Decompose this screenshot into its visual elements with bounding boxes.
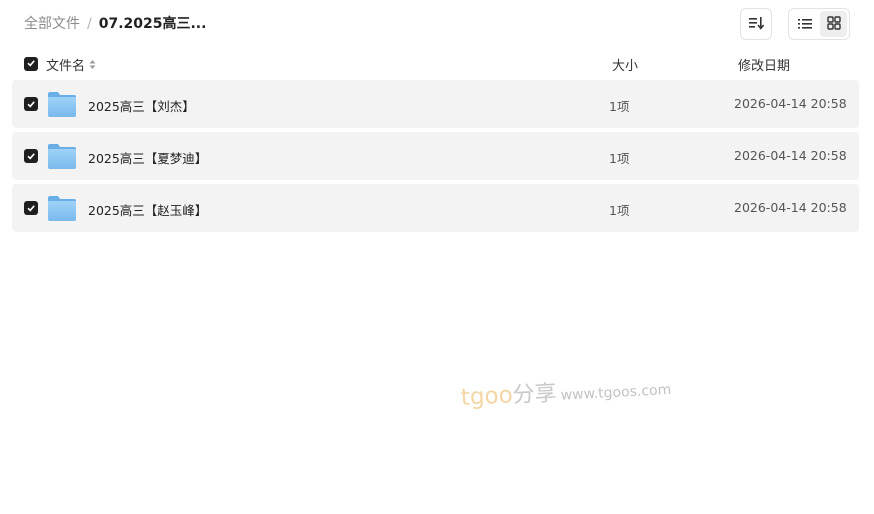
row-checkbox[interactable] bbox=[24, 97, 38, 111]
checkmark-icon bbox=[26, 57, 36, 72]
list-view-icon bbox=[797, 15, 812, 34]
watermark-brand-suffix: 分享 bbox=[512, 380, 558, 409]
watermark-brand: tgoo bbox=[460, 382, 514, 411]
file-browser: 全部文件 / 07.2025高三... 文件名 大小 修改日期 2025高三【刘… bbox=[0, 0, 874, 514]
grid-view-icon bbox=[826, 15, 841, 34]
view-toggle bbox=[788, 8, 850, 40]
column-header-name-label: 文件名 bbox=[46, 59, 86, 74]
breadcrumb: 全部文件 / 07.2025高三... bbox=[24, 15, 206, 33]
folder-icon bbox=[47, 90, 77, 118]
sort-icon bbox=[748, 15, 765, 34]
table-header: 文件名 大小 修改日期 bbox=[12, 52, 859, 76]
folder-icon bbox=[47, 142, 77, 170]
file-size: 1项 bbox=[609, 151, 630, 166]
sort-caret-icon bbox=[89, 59, 96, 70]
column-header-size[interactable]: 大小 bbox=[612, 55, 638, 74]
breadcrumb-separator: / bbox=[87, 16, 92, 32]
watermark-url: www.tgoos.com bbox=[560, 381, 672, 404]
column-header-modified[interactable]: 修改日期 bbox=[738, 55, 790, 74]
checkmark-icon bbox=[26, 201, 36, 216]
table-row[interactable]: 2025高三【夏梦迪】 1项 2026-04-14 20:58 bbox=[12, 132, 859, 180]
checkmark-icon bbox=[26, 149, 36, 164]
select-all-checkbox[interactable] bbox=[24, 57, 38, 71]
column-header-name[interactable]: 文件名 bbox=[46, 55, 96, 74]
file-size: 1项 bbox=[609, 203, 630, 218]
checkmark-icon bbox=[26, 97, 36, 112]
file-name[interactable]: 2025高三【刘杰】 bbox=[88, 96, 195, 115]
table-row[interactable]: 2025高三【刘杰】 1项 2026-04-14 20:58 bbox=[12, 80, 859, 128]
list-view-button[interactable] bbox=[791, 11, 818, 37]
grid-view-button[interactable] bbox=[820, 11, 847, 37]
row-checkbox[interactable] bbox=[24, 149, 38, 163]
file-modified-date: 2026-04-14 20:58 bbox=[734, 148, 847, 163]
breadcrumb-root-link[interactable]: 全部文件 bbox=[24, 15, 80, 33]
file-name[interactable]: 2025高三【夏梦迪】 bbox=[88, 148, 207, 167]
sort-button[interactable] bbox=[740, 8, 772, 40]
file-modified-date: 2026-04-14 20:58 bbox=[734, 96, 847, 111]
file-modified-date: 2026-04-14 20:58 bbox=[734, 200, 847, 215]
table-row[interactable]: 2025高三【赵玉峰】 1项 2026-04-14 20:58 bbox=[12, 184, 859, 232]
breadcrumb-current-folder: 07.2025高三... bbox=[98, 16, 207, 32]
folder-icon bbox=[47, 194, 77, 222]
row-checkbox[interactable] bbox=[24, 201, 38, 215]
file-size: 1项 bbox=[609, 99, 630, 114]
watermark: tgoo 分享 www.tgoos.com bbox=[460, 369, 672, 412]
file-name[interactable]: 2025高三【赵玉峰】 bbox=[88, 200, 207, 219]
